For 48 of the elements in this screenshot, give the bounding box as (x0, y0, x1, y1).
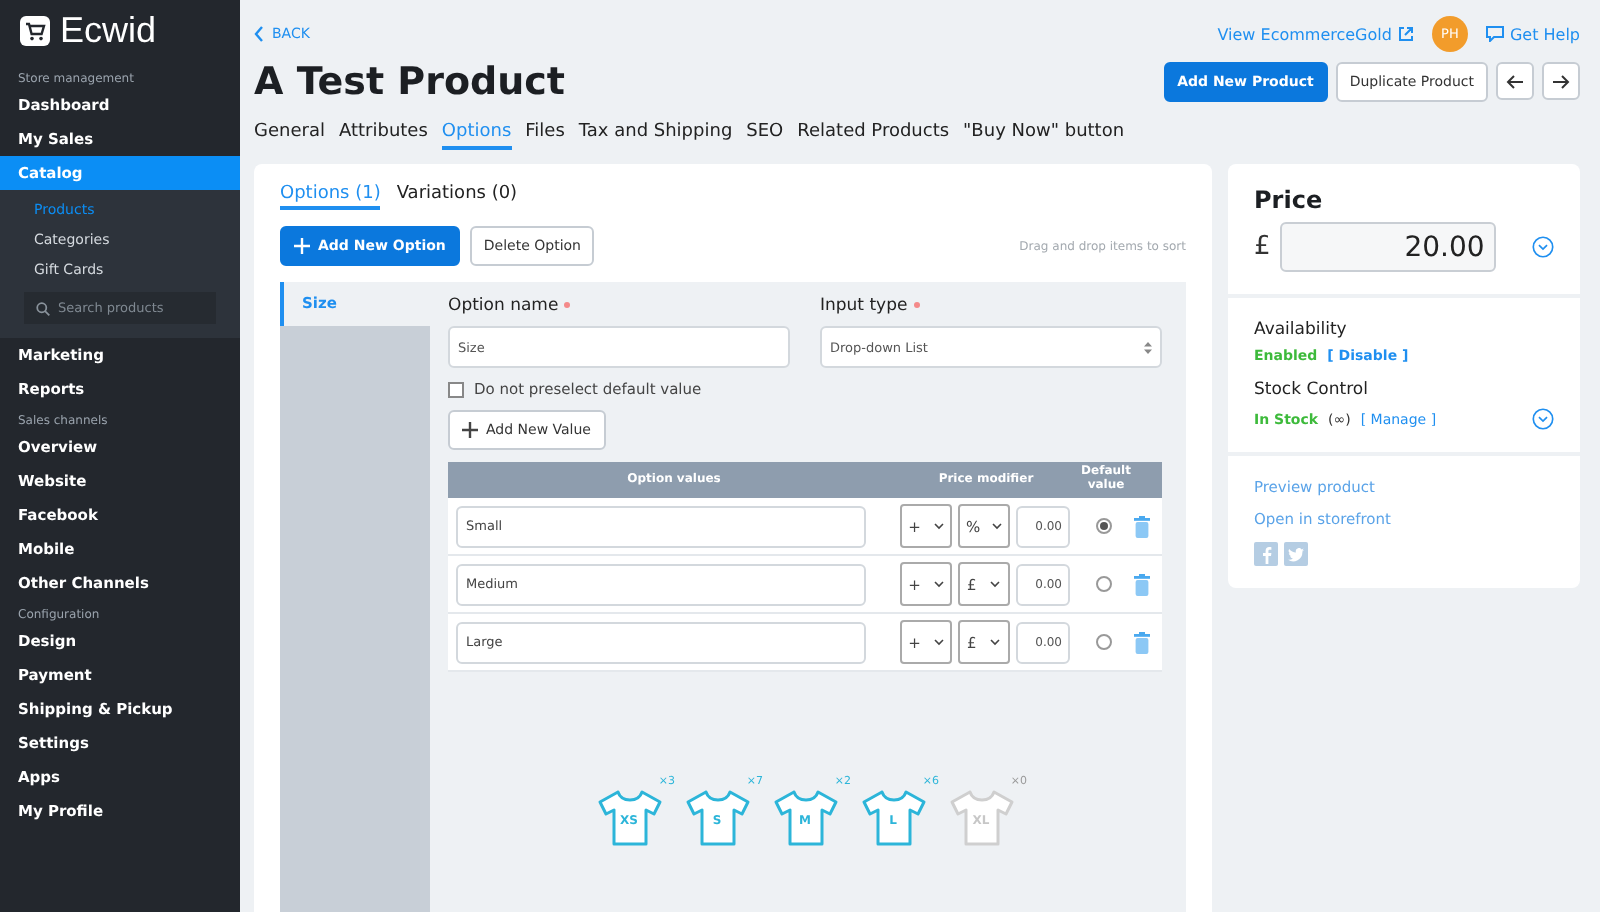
next-button[interactable] (1542, 62, 1580, 100)
tab[interactable]: Attributes (338, 122, 428, 150)
caret-icon (933, 638, 944, 646)
tab[interactable]: Files (525, 122, 565, 150)
caret-icon (992, 522, 1003, 530)
price-field[interactable]: 20.00 (1280, 222, 1497, 272)
plus-icon (294, 238, 310, 254)
required-dot (913, 302, 920, 309)
facebook-icon[interactable] (1254, 542, 1278, 566)
currency-symbol: £ (1254, 232, 1271, 262)
arrow-right-icon (1552, 73, 1570, 89)
chevron-left-icon (254, 26, 264, 42)
tab[interactable]: General (254, 122, 325, 150)
tab[interactable]: SEO (746, 122, 784, 150)
trash-icon[interactable] (1134, 515, 1150, 537)
expand-icon[interactable] (1532, 236, 1554, 258)
availability-label: Availability (1254, 320, 1349, 340)
field-label: Input type (820, 296, 1162, 316)
caret-icon (990, 580, 1001, 588)
trash-icon[interactable] (1134, 631, 1150, 653)
price-title: Price (1254, 186, 1325, 214)
tab[interactable]: "Buy Now" button (963, 122, 1125, 150)
tab[interactable]: Related Products (797, 122, 950, 150)
arrow-left-icon (1506, 73, 1524, 89)
cart-icon (20, 16, 50, 46)
previous-button[interactable] (1496, 62, 1534, 100)
subtab[interactable]: Variations (0) (396, 184, 518, 210)
tab[interactable]: Tax and Shipping (578, 122, 733, 150)
bird-icon[interactable] (1284, 542, 1308, 566)
logo-text: Ecwid (60, 10, 157, 52)
checkbox[interactable] (448, 381, 464, 397)
page-title: A Test Product (254, 60, 565, 104)
default-radio[interactable] (1096, 634, 1112, 650)
default-radio[interactable] (1096, 576, 1112, 592)
trash-icon[interactable] (1134, 573, 1150, 595)
stock-label: Stock Control (1254, 380, 1370, 400)
required-dot (564, 302, 571, 309)
search-icon (36, 301, 50, 315)
field-label: Option name (448, 296, 790, 316)
external-link-icon (1397, 26, 1414, 42)
default-radio[interactable] (1096, 518, 1112, 534)
expand-icon[interactable] (1532, 408, 1554, 430)
chat-icon (1485, 26, 1504, 42)
caret-icon (933, 522, 944, 530)
plus-icon (462, 422, 478, 438)
sort-arrows-icon (1144, 341, 1152, 353)
caret-icon (990, 638, 1001, 646)
caret-icon (933, 580, 944, 588)
